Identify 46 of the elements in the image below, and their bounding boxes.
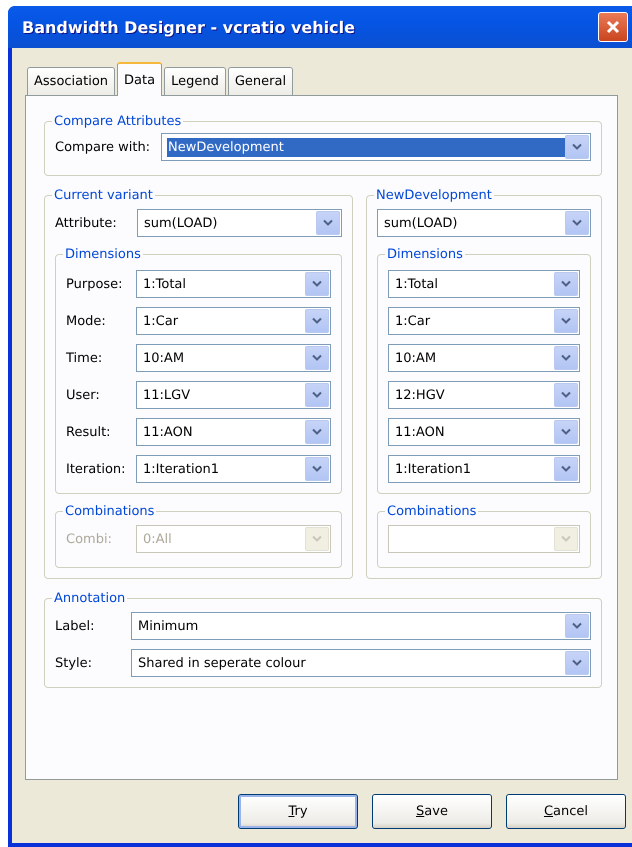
- dropdown[interactable]: sum(LOAD): [137, 209, 342, 237]
- field-label: Label:: [55, 618, 96, 634]
- close-button[interactable]: [598, 12, 628, 42]
- window-title: Bandwidth Designer - vcratio vehicle: [22, 18, 356, 36]
- group-title: Annotation: [53, 591, 126, 606]
- dialog-button[interactable]: Save: [372, 794, 492, 829]
- dropdown[interactable]: NewDevelopment: [161, 133, 591, 161]
- dropdown[interactable]: sum(LOAD): [377, 209, 591, 237]
- tab[interactable]: General: [228, 67, 294, 95]
- dialog-button[interactable]: Try: [238, 794, 358, 829]
- group-title: Dimensions: [386, 247, 464, 262]
- group-title: Compare Attributes: [53, 114, 182, 129]
- field-label: Attribute:: [55, 216, 118, 230]
- field-label: Time:: [66, 350, 104, 366]
- dropdown[interactable]: 10:AM: [388, 344, 580, 372]
- dropdown[interactable]: 1:Total: [136, 270, 331, 298]
- tab[interactable]: Association: [27, 67, 116, 95]
- field-label: Compare with:: [55, 140, 152, 154]
- dropdown[interactable]: 1:Car: [388, 307, 580, 335]
- dropdown[interactable]: 12:HGV: [388, 381, 580, 409]
- group-title: Combinations: [64, 504, 156, 519]
- dropdown[interactable]: 1:Iteration1: [388, 455, 580, 483]
- field-label: User:: [66, 388, 101, 402]
- dropdown[interactable]: 1:Total: [388, 270, 580, 298]
- close-icon[interactable]: [605, 19, 621, 35]
- group-title: Dimensions: [64, 247, 142, 262]
- dropdown[interactable]: 10:AM: [136, 344, 331, 372]
- dropdown[interactable]: 11:AON: [136, 418, 331, 446]
- dropdown[interactable]: 11:LGV: [136, 381, 331, 409]
- field-label: Purpose:: [66, 276, 124, 292]
- dropdown[interactable]: 1:Iteration1: [136, 455, 331, 483]
- dropdown[interactable]: 1:Car: [136, 307, 331, 335]
- field-label: Iteration:: [66, 462, 127, 476]
- field-label: Result:: [66, 424, 112, 440]
- dropdown[interactable]: Shared in seperate colour: [131, 649, 591, 677]
- field-label: Style:: [55, 656, 94, 670]
- field-label: Combi:: [66, 532, 113, 546]
- tab[interactable]: Data: [117, 62, 162, 96]
- group-title: Combinations: [386, 504, 478, 519]
- dropdown[interactable]: 11:AON: [388, 418, 580, 446]
- dialog-button[interactable]: Cancel: [506, 794, 626, 829]
- field-label: Mode:: [66, 314, 107, 328]
- dropdown[interactable]: Minimum: [131, 612, 591, 640]
- group-title: NewDevelopment: [375, 188, 493, 203]
- tab[interactable]: Legend: [164, 67, 226, 95]
- group-title: Current variant: [53, 188, 154, 203]
